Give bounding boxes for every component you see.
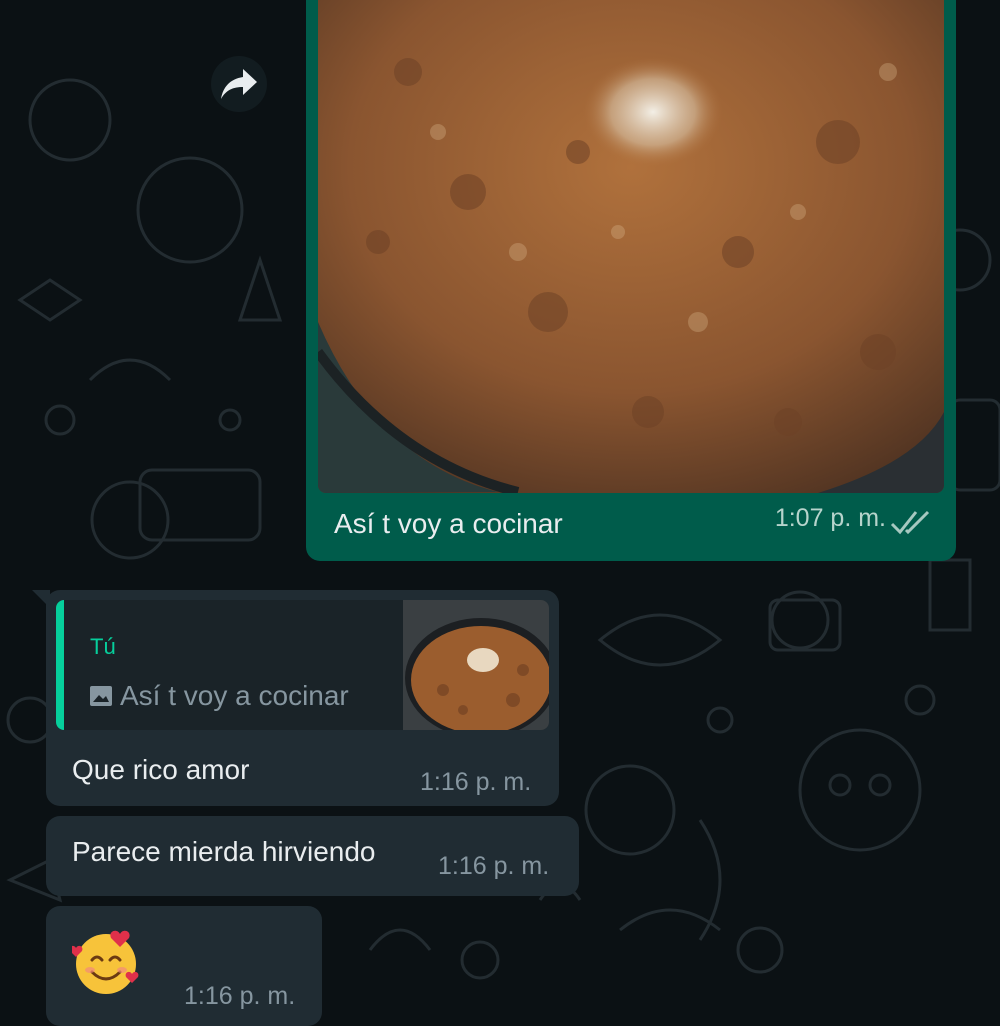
incoming-reply-message[interactable]: Tú Así t voy a cocinar Que rico amor 1:1… (32, 590, 559, 806)
pan-photo-image (318, 0, 944, 493)
incoming-message[interactable]: Parece mierda hirviendo 1:16 p. m. (46, 816, 579, 896)
bubble-tail (32, 590, 50, 608)
quoted-message[interactable]: Tú Así t voy a cocinar (56, 600, 549, 730)
food-photo[interactable] (318, 0, 944, 493)
pan-thumbnail-image (403, 600, 549, 730)
image-caption: Así t voy a cocinar (334, 508, 563, 539)
quoted-sender: Tú (90, 634, 116, 659)
message-time: 1:16 p. m. (420, 768, 532, 796)
quote-accent-bar (56, 600, 64, 730)
message-time: 1:16 p. m. (438, 852, 550, 880)
incoming-emoji-message[interactable]: 1:16 p. m. (46, 906, 322, 1026)
message-text: Que rico amor (72, 754, 250, 785)
message-time: 1:16 p. m. (184, 982, 296, 1010)
image-icon (90, 686, 112, 706)
forward-icon (221, 69, 257, 99)
message-text: Parece mierda hirviendo (72, 836, 376, 867)
quoted-text: Así t voy a cocinar (120, 680, 349, 711)
quoted-content: Así t voy a cocinar (90, 680, 349, 712)
outgoing-image-message[interactable]: Así t voy a cocinar 1:07 p. m. (306, 0, 956, 561)
smiling-face-with-hearts-icon (72, 930, 139, 994)
forward-button[interactable] (211, 56, 267, 112)
message-time: 1:07 p. m. (774, 504, 886, 532)
quoted-thumbnail (403, 600, 549, 730)
double-check-icon (890, 510, 930, 535)
